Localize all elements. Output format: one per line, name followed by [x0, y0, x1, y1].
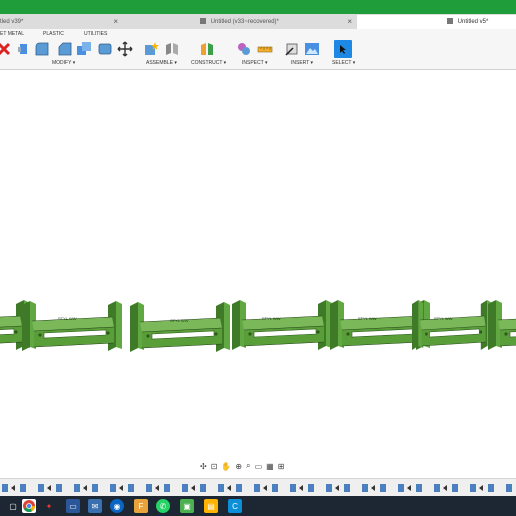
whatsapp-icon[interactable]: ✆	[156, 499, 170, 513]
new-component-icon[interactable]	[143, 41, 159, 57]
group-label: INSERT	[291, 60, 310, 66]
tab-document-3[interactable]: Untitled v5*	[357, 15, 516, 29]
canvas-viewport[interactable]	[0, 70, 516, 457]
fillet-icon[interactable]	[34, 41, 50, 57]
navigation-bar: ✣ ⊡ ✋ ⊕ ⌕ ▭ ▦ ⊞	[200, 460, 316, 472]
orbit-icon[interactable]: ✣	[200, 462, 207, 471]
windows-taskbar: ▢ ✦ ▭ ✉ ◉ F ✆ ▣ ▤ C	[0, 496, 516, 516]
select-button[interactable]	[334, 40, 352, 58]
group-label: CONSTRUCT	[191, 60, 223, 66]
part-engraving-2: STYL WW	[170, 318, 189, 323]
delete-icon[interactable]	[0, 41, 12, 57]
part-7[interactable]	[487, 299, 516, 351]
insert-menu[interactable]: INSERT ▾	[291, 60, 313, 66]
file-explorer-icon[interactable]: ▭	[66, 499, 80, 513]
app-icon-blue[interactable]: C	[228, 499, 242, 513]
document-tab-bar: tled v39* × Untitled (v33~recovered)* × …	[0, 14, 516, 29]
shell-icon[interactable]	[76, 41, 92, 57]
toolbar-ribbon: ET METAL PLASTIC UTILITIES MODIFY ▾ ASSE…	[0, 29, 516, 70]
title-bar	[0, 0, 516, 14]
measure-icon[interactable]	[257, 41, 273, 57]
ribbon-tab-sheet-metal[interactable]: ET METAL	[0, 31, 24, 37]
part-4[interactable]	[231, 299, 333, 351]
timeline-features[interactable]	[0, 479, 516, 497]
close-icon[interactable]: ×	[113, 15, 118, 29]
grid-settings-icon[interactable]: ▦	[266, 462, 274, 471]
tab-document-2[interactable]: Untitled (v33~recovered)* ×	[126, 15, 356, 29]
windows-start-icon[interactable]: ▢	[6, 499, 20, 513]
select-menu[interactable]: SELECT ▾	[332, 60, 355, 66]
display-settings-icon[interactable]: ▭	[255, 462, 263, 471]
tab-document-1[interactable]: tled v39* ×	[0, 15, 122, 29]
combine-icon[interactable]	[97, 41, 113, 57]
app-icon-green[interactable]: ▣	[180, 499, 194, 513]
close-icon[interactable]: ×	[347, 15, 352, 29]
look-at-icon[interactable]: ⊡	[211, 462, 218, 471]
tab-label: tled v39*	[0, 19, 24, 25]
inspect-menu[interactable]: INSPECT ▾	[242, 60, 268, 66]
part-engraving-5: STYL WW	[434, 316, 453, 321]
ribbon-tab-utilities[interactable]: UTILITIES	[84, 31, 107, 37]
ribbon-tab-plastic[interactable]: PLASTIC	[43, 31, 64, 37]
tab-label: Untitled (v33~recovered)*	[210, 19, 279, 25]
timeline[interactable]	[0, 478, 516, 497]
part-engraving-4: STYL WW	[358, 316, 377, 321]
inspect-icon[interactable]	[236, 41, 252, 57]
chamfer-icon[interactable]	[57, 41, 73, 57]
chrome-icon[interactable]	[22, 499, 36, 513]
assemble-menu[interactable]: ASSEMBLE ▾	[146, 60, 177, 66]
offset-plane-icon[interactable]	[199, 41, 215, 57]
group-label: MODIFY	[52, 60, 72, 66]
group-label: ASSEMBLE	[146, 60, 173, 66]
construct-menu[interactable]: CONSTRUCT ▾	[191, 60, 226, 66]
document-icon	[200, 18, 206, 25]
group-label: INSPECT	[242, 60, 264, 66]
part-3[interactable]	[129, 301, 231, 353]
part-2[interactable]	[21, 300, 123, 352]
part-engraving-1: STYL WW	[58, 316, 77, 321]
tab-label: Untitled v5*	[457, 19, 489, 25]
cursor-icon	[340, 45, 346, 54]
group-label: SELECT	[332, 60, 352, 66]
zoom-icon[interactable]: ⊕	[235, 462, 242, 471]
modify-menu[interactable]: MODIFY ▾	[52, 60, 75, 66]
fit-icon[interactable]: ⌕	[246, 461, 250, 471]
move-icon[interactable]	[117, 41, 133, 57]
pan-icon[interactable]: ✋	[221, 462, 231, 471]
insert-derive-icon[interactable]	[284, 41, 300, 57]
app-icon-red[interactable]: ✦	[42, 499, 56, 513]
folder-icon[interactable]: ▤	[204, 499, 218, 513]
viewports-icon[interactable]: ⊞	[278, 462, 285, 471]
parts-row[interactable]: STYL WW STYL WW STYL WW STYL WW STYL WW	[0, 296, 516, 356]
part-engraving-3: STYL WW	[262, 316, 281, 321]
insert-image-icon[interactable]	[304, 41, 320, 57]
fusion-icon[interactable]: F	[134, 499, 148, 513]
chat-icon[interactable]: ◉	[110, 499, 124, 513]
press-pull-icon[interactable]	[16, 41, 32, 57]
mail-icon[interactable]: ✉	[88, 499, 102, 513]
document-icon	[447, 18, 453, 25]
joint-icon[interactable]	[164, 41, 180, 57]
